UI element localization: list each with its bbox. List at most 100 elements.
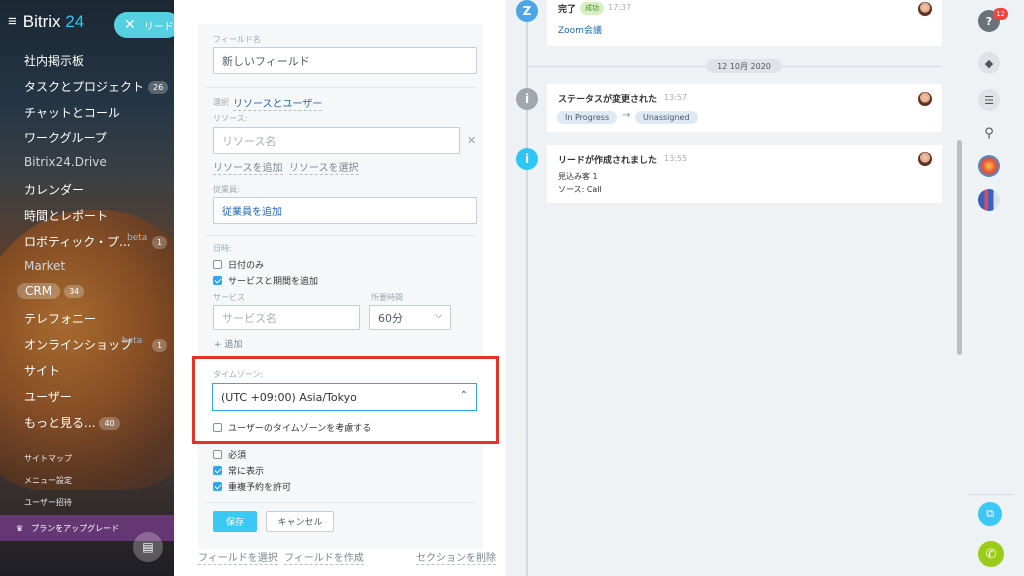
- sidebar-item-market[interactable]: Market: [24, 259, 65, 273]
- sidebar-menu-settings-link[interactable]: メニュー設定: [24, 475, 72, 486]
- delete-section-link[interactable]: セクションを削除: [416, 549, 496, 565]
- sidebar-item-telephony[interactable]: テレフォニー: [24, 310, 96, 327]
- checkbox-checked[interactable]: [213, 276, 222, 285]
- field-name-label: フィールド名: [213, 35, 261, 44]
- always-show-checkbox[interactable]: 常に表示: [213, 464, 264, 477]
- sidebar-item-chat[interactable]: チャットとコール: [24, 104, 120, 121]
- service-name-input[interactable]: サービス名: [213, 305, 360, 330]
- beta-label: beta: [127, 233, 148, 243]
- counter-badge: 34: [64, 285, 85, 298]
- service-label: サービス: [213, 293, 245, 302]
- resources-users-link[interactable]: リソースとユーザー: [233, 95, 323, 111]
- select-resource-link[interactable]: リソースを選択: [289, 159, 359, 175]
- timezone-label: タイムゾーン:: [213, 370, 264, 379]
- sidebar-item-shop[interactable]: オンラインショップ: [24, 336, 132, 353]
- lead-tab-label: リード: [143, 21, 174, 33]
- menu-burger-icon[interactable]: ≡: [8, 13, 17, 30]
- select-field-link[interactable]: フィールドを選択: [198, 549, 278, 565]
- print-button[interactable]: ▤: [133, 532, 163, 562]
- sidebar-item-sites[interactable]: サイト: [24, 362, 60, 379]
- sidebar-item-tasks[interactable]: タスクとプロジェクト 26: [24, 78, 169, 95]
- sidebar-item-users[interactable]: ユーザー: [24, 388, 72, 405]
- resource-name-input[interactable]: リソース名: [213, 127, 460, 154]
- lead-source: ソース: Call: [558, 185, 602, 194]
- sidebar-item-time-reports[interactable]: 時間とレポート: [24, 207, 108, 224]
- add-service-checkbox[interactable]: サービスと期間を追加: [213, 274, 318, 287]
- avatar[interactable]: [918, 152, 932, 166]
- avatar[interactable]: [918, 2, 932, 16]
- sidebar-item-calendar[interactable]: カレンダー: [24, 181, 84, 198]
- duration-select[interactable]: 60分 ⌵: [369, 305, 451, 330]
- checkbox-checked[interactable]: [213, 466, 222, 475]
- add-employee-button[interactable]: 従業員を追加: [213, 197, 477, 224]
- left-sidebar: ≡ Bitrix 24 社内掲示板 タスクとプロジェクト 26 チャットとコール ワ…: [0, 0, 174, 576]
- app-icon[interactable]: [978, 189, 1000, 211]
- checkbox-unchecked[interactable]: [213, 423, 222, 432]
- sidebar-item-feed[interactable]: 社内掲示板: [24, 52, 84, 69]
- duration-value: 60分: [378, 311, 403, 325]
- save-button[interactable]: 保存: [213, 511, 257, 532]
- chat-icon[interactable]: ☰: [978, 89, 1000, 111]
- share-screen-icon[interactable]: ⧉: [978, 502, 1002, 526]
- checkbox-checked[interactable]: [213, 482, 222, 491]
- card-time: 13:55: [664, 154, 688, 163]
- sidebar-item-crm[interactable]: CRM 34: [17, 283, 85, 299]
- sidebar-item-label: オンラインショップ: [24, 338, 133, 352]
- sidebar-invite-users-link[interactable]: ユーザー招待: [24, 497, 72, 508]
- help-counter-badge: 12: [993, 8, 1008, 20]
- avatar[interactable]: [918, 92, 932, 106]
- success-badge: 成功: [580, 2, 604, 15]
- chevron-up-icon: ⌃: [459, 390, 468, 401]
- counter-badge: 26: [148, 81, 169, 94]
- sidebar-item-rpa[interactable]: ロボティック・プ...: [24, 233, 130, 250]
- select-prefix: 選択: [213, 98, 229, 107]
- sidebar-item-label: チャットとコール: [24, 106, 120, 120]
- date-only-checkbox[interactable]: 日付のみ: [213, 258, 264, 271]
- crown-icon: ♛: [16, 523, 24, 533]
- checkbox-label: サービスと期間を追加: [228, 277, 319, 287]
- add-resource-link[interactable]: リソースを追加: [213, 159, 283, 175]
- sidebar-item-label: もっと見る...: [24, 416, 96, 430]
- logo[interactable]: ≡ Bitrix 24: [8, 12, 84, 32]
- upgrade-plan-label: プランをアップグレード: [31, 523, 120, 533]
- ai-assistant-icon[interactable]: [978, 155, 1000, 177]
- info-icon: i: [516, 88, 538, 110]
- create-field-link[interactable]: フィールドを作成: [284, 549, 364, 565]
- sidebar-item-label: サイト: [24, 364, 61, 378]
- divider: [205, 87, 476, 88]
- field-name-input[interactable]: 新しいフィールド: [213, 47, 477, 74]
- consider-user-timezone-checkbox[interactable]: ユーザーのタイムゾーンを考慮する: [213, 421, 371, 434]
- sidebar-item-drive[interactable]: Bitrix24.Drive: [24, 155, 107, 169]
- bell-icon[interactable]: ◆: [978, 52, 1000, 74]
- sidebar-item-label: タスクとプロジェクト: [24, 80, 145, 94]
- zoom-meeting-link[interactable]: Zoom会議: [558, 23, 602, 36]
- lead-close-tab[interactable]: ✕ リード: [114, 12, 180, 38]
- allow-overbooking-checkbox[interactable]: 重複予約を許可: [213, 480, 291, 493]
- add-more-link[interactable]: + 追加: [214, 337, 242, 350]
- arrow-right-icon: →: [622, 110, 631, 121]
- employee-label: 従業員:: [213, 185, 240, 194]
- sidebar-item-label: ロボティック・プ...: [24, 235, 131, 249]
- timezone-select[interactable]: (UTC +09:00) Asia/Tokyo ⌃: [212, 383, 477, 411]
- sidebar-item-label: 社内掲示板: [24, 54, 85, 68]
- phone-icon[interactable]: ✆: [978, 541, 1004, 567]
- required-checkbox[interactable]: 必須: [213, 448, 246, 461]
- search-icon[interactable]: ⚲: [978, 122, 1000, 144]
- divider: [205, 502, 476, 503]
- checkbox-label: 重複予約を許可: [228, 483, 292, 493]
- divider: [205, 235, 476, 236]
- checkbox-unchecked[interactable]: [213, 260, 222, 269]
- cancel-button[interactable]: キャンセル: [266, 511, 334, 532]
- checkbox-unchecked[interactable]: [213, 450, 222, 459]
- counter-badge: 40: [99, 417, 120, 430]
- printer-icon: ▤: [142, 540, 154, 554]
- sidebar-item-workgroups[interactable]: ワークグループ: [24, 129, 107, 146]
- beta-label: beta: [122, 336, 143, 346]
- scrollbar[interactable]: [957, 140, 962, 355]
- clear-resource-icon[interactable]: ✕: [467, 134, 476, 147]
- logo-number: 24: [65, 12, 85, 31]
- sidebar-item-more[interactable]: もっと見る... 40: [24, 414, 120, 431]
- timeline-line: [526, 0, 528, 576]
- zoom-icon: Z: [516, 0, 538, 22]
- sidebar-sitemap-link[interactable]: サイトマップ: [24, 453, 72, 464]
